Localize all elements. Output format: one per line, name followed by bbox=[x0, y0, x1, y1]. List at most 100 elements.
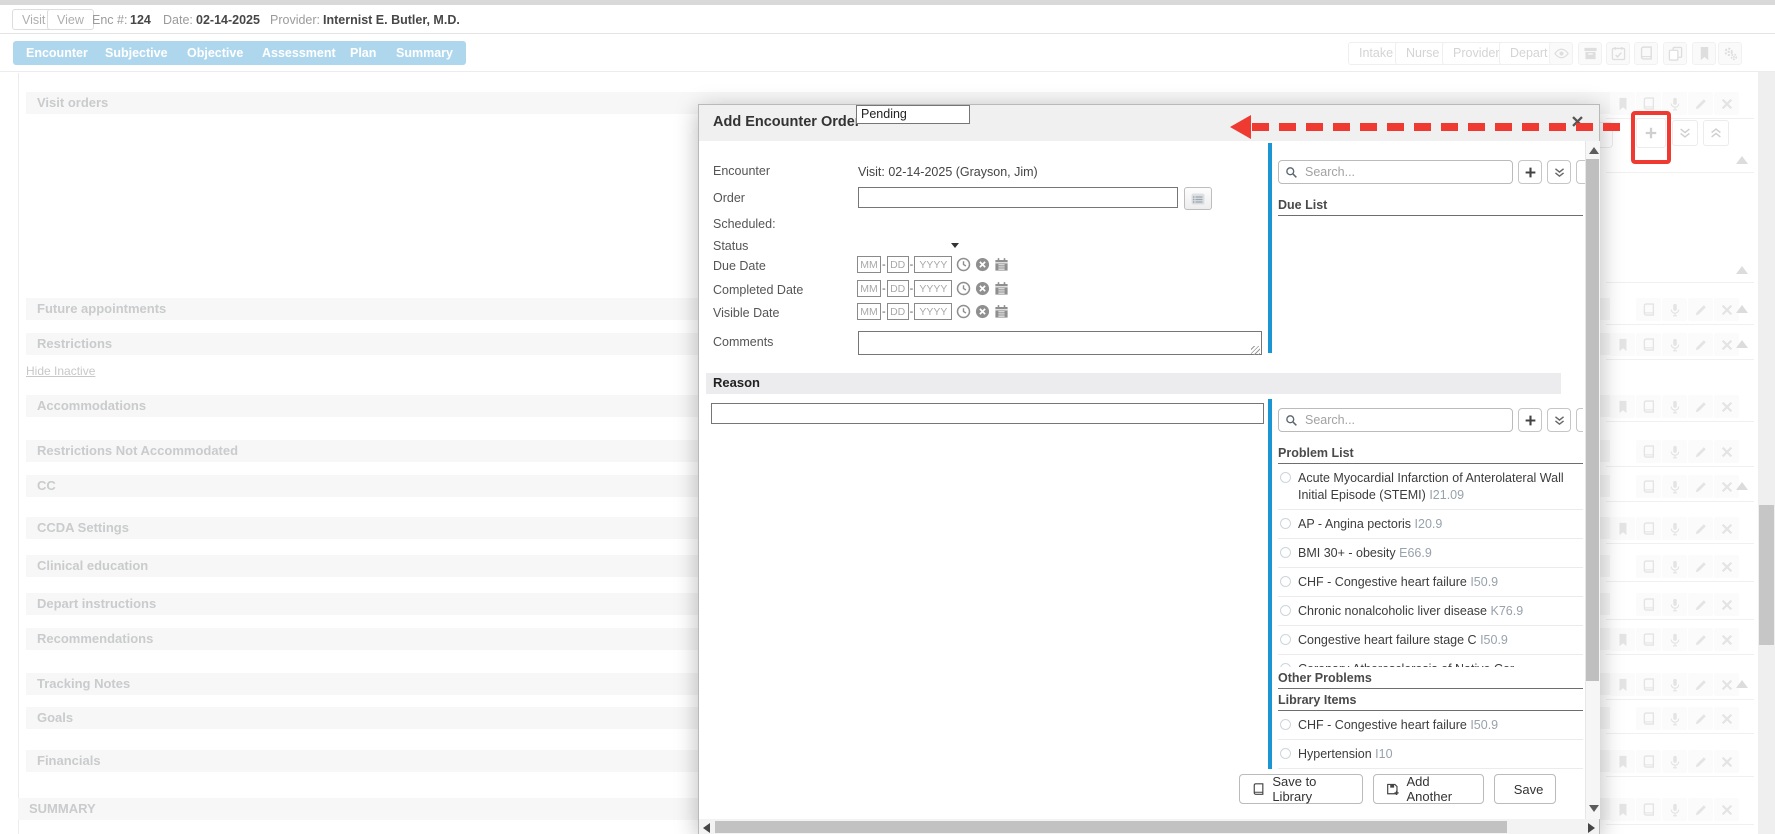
microphone-icon[interactable] bbox=[1662, 593, 1687, 616]
pencil-icon[interactable] bbox=[1688, 517, 1713, 540]
pencil-icon[interactable] bbox=[1688, 798, 1713, 821]
dialog-vertical-scrollbar-thumb[interactable] bbox=[1586, 159, 1599, 681]
book-icon[interactable] bbox=[1636, 750, 1661, 773]
radio-icon[interactable] bbox=[1280, 605, 1291, 616]
chevrons-down-icon[interactable] bbox=[1547, 160, 1571, 184]
reason-input[interactable] bbox=[711, 403, 1264, 424]
date-mm-input[interactable] bbox=[857, 303, 881, 320]
radio-icon[interactable] bbox=[1280, 719, 1291, 730]
microphone-icon[interactable] bbox=[1662, 298, 1687, 321]
tab-encounter[interactable]: Encounter bbox=[13, 41, 101, 65]
microphone-icon[interactable] bbox=[1662, 475, 1687, 498]
pencil-icon[interactable] bbox=[1688, 707, 1713, 730]
scroll-left-icon[interactable] bbox=[703, 823, 710, 833]
radio-icon[interactable] bbox=[1280, 576, 1291, 587]
tab-plan[interactable]: Plan bbox=[337, 41, 389, 65]
tab-subjective[interactable]: Subjective bbox=[92, 41, 181, 65]
add-due-item-button[interactable] bbox=[1518, 160, 1542, 184]
radio-icon[interactable] bbox=[1280, 748, 1291, 759]
bookmark-icon[interactable] bbox=[1610, 798, 1635, 821]
book-icon[interactable] bbox=[1636, 333, 1661, 356]
problem-list-item[interactable]: AP - Angina pectoris I20.9 bbox=[1278, 510, 1583, 539]
x-icon[interactable] bbox=[1714, 440, 1739, 463]
date-mm-input[interactable] bbox=[857, 256, 881, 273]
x-icon[interactable] bbox=[1714, 593, 1739, 616]
microphone-icon[interactable] bbox=[1662, 555, 1687, 578]
pencil-icon[interactable] bbox=[1688, 440, 1713, 463]
collapse-triangle-icon[interactable] bbox=[1736, 340, 1748, 348]
clock-icon[interactable] bbox=[956, 304, 971, 319]
book-icon[interactable] bbox=[1636, 593, 1661, 616]
microphone-icon[interactable] bbox=[1662, 798, 1687, 821]
chevrons-down-icon[interactable] bbox=[1547, 408, 1571, 432]
x-icon[interactable] bbox=[1714, 798, 1739, 821]
date-dd-input[interactable] bbox=[887, 280, 909, 297]
book-icon[interactable] bbox=[1636, 555, 1661, 578]
date-dd-input[interactable] bbox=[887, 256, 909, 273]
add-problem-button[interactable] bbox=[1518, 408, 1542, 432]
bookmark-icon[interactable] bbox=[1610, 395, 1635, 418]
problem-list-item[interactable]: Chronic nonalcoholic liver disease K76.9 bbox=[1278, 597, 1583, 626]
pencil-icon[interactable] bbox=[1688, 673, 1713, 696]
problem-list-item[interactable]: Hypertension I10 bbox=[1278, 740, 1583, 769]
x-icon[interactable] bbox=[1714, 628, 1739, 651]
collapse-triangle-icon[interactable] bbox=[1736, 156, 1748, 164]
microphone-icon[interactable] bbox=[1662, 517, 1687, 540]
x-icon[interactable] bbox=[1714, 555, 1739, 578]
radio-icon[interactable] bbox=[1280, 547, 1291, 558]
tab-objective[interactable]: Objective bbox=[174, 41, 256, 65]
book-icon[interactable] bbox=[1636, 628, 1661, 651]
clock-icon[interactable] bbox=[956, 281, 971, 296]
date-dd-input[interactable] bbox=[887, 303, 909, 320]
book-icon[interactable] bbox=[1636, 475, 1661, 498]
pencil-icon[interactable] bbox=[1688, 555, 1713, 578]
bookmark-icon[interactable] bbox=[1692, 42, 1716, 65]
radio-icon[interactable] bbox=[1280, 518, 1291, 529]
view-button[interactable]: View bbox=[47, 9, 94, 30]
microphone-icon[interactable] bbox=[1662, 628, 1687, 651]
add-another-button[interactable]: Add Another bbox=[1373, 774, 1484, 804]
due-search-box[interactable] bbox=[1278, 160, 1513, 184]
x-icon[interactable] bbox=[1714, 707, 1739, 730]
date-yyyy-input[interactable] bbox=[914, 280, 952, 297]
problem-search-box[interactable] bbox=[1278, 408, 1513, 432]
microphone-icon[interactable] bbox=[1662, 707, 1687, 730]
calendar-icon[interactable] bbox=[994, 257, 1009, 272]
pencil-icon[interactable] bbox=[1688, 92, 1713, 115]
book-icon[interactable] bbox=[1636, 673, 1661, 696]
eye-icon[interactable] bbox=[1549, 42, 1573, 65]
problem-list-item[interactable]: Acute Myocardial Infarction of Anterolat… bbox=[1278, 464, 1583, 510]
calendar-icon[interactable] bbox=[994, 304, 1009, 319]
x-circle-icon[interactable] bbox=[975, 304, 990, 319]
problem-search-input[interactable] bbox=[1303, 410, 1508, 430]
bookmark-icon[interactable] bbox=[1610, 673, 1635, 696]
x-icon[interactable] bbox=[1714, 92, 1739, 115]
page-scrollbar-thumb[interactable] bbox=[1759, 505, 1774, 645]
collapse-triangle-icon[interactable] bbox=[1736, 680, 1748, 688]
collapse-all-button[interactable] bbox=[1703, 120, 1729, 146]
microphone-icon[interactable] bbox=[1662, 750, 1687, 773]
page-scrollbar[interactable] bbox=[1758, 72, 1775, 834]
pencil-icon[interactable] bbox=[1688, 333, 1713, 356]
scroll-down-icon[interactable] bbox=[1589, 805, 1599, 812]
order-list-icon[interactable] bbox=[1184, 187, 1212, 210]
scroll-right-icon[interactable] bbox=[1588, 823, 1595, 833]
radio-icon[interactable] bbox=[1280, 634, 1291, 645]
problem-list-item[interactable]: CHF - Congestive heart failure I50.9 bbox=[1278, 711, 1583, 740]
microphone-icon[interactable] bbox=[1662, 673, 1687, 696]
pencil-icon[interactable] bbox=[1688, 593, 1713, 616]
pencil-icon[interactable] bbox=[1688, 298, 1713, 321]
problem-list-item[interactable]: BMI 30+ - obesity E66.9 bbox=[1278, 539, 1583, 568]
bookmark-icon[interactable] bbox=[1610, 333, 1635, 356]
x-circle-icon[interactable] bbox=[975, 281, 990, 296]
date-yyyy-input[interactable] bbox=[914, 256, 952, 273]
bookmark-icon[interactable] bbox=[1610, 628, 1635, 651]
tab-assessment[interactable]: Assessment bbox=[249, 41, 349, 65]
book-icon[interactable] bbox=[1636, 440, 1661, 463]
archive-icon[interactable] bbox=[1578, 42, 1602, 65]
book-icon[interactable] bbox=[1636, 517, 1661, 540]
comments-input[interactable] bbox=[858, 331, 1262, 355]
due-search-input[interactable] bbox=[1303, 162, 1508, 182]
scroll-up-icon[interactable] bbox=[1589, 147, 1599, 154]
radio-icon[interactable] bbox=[1280, 663, 1291, 667]
